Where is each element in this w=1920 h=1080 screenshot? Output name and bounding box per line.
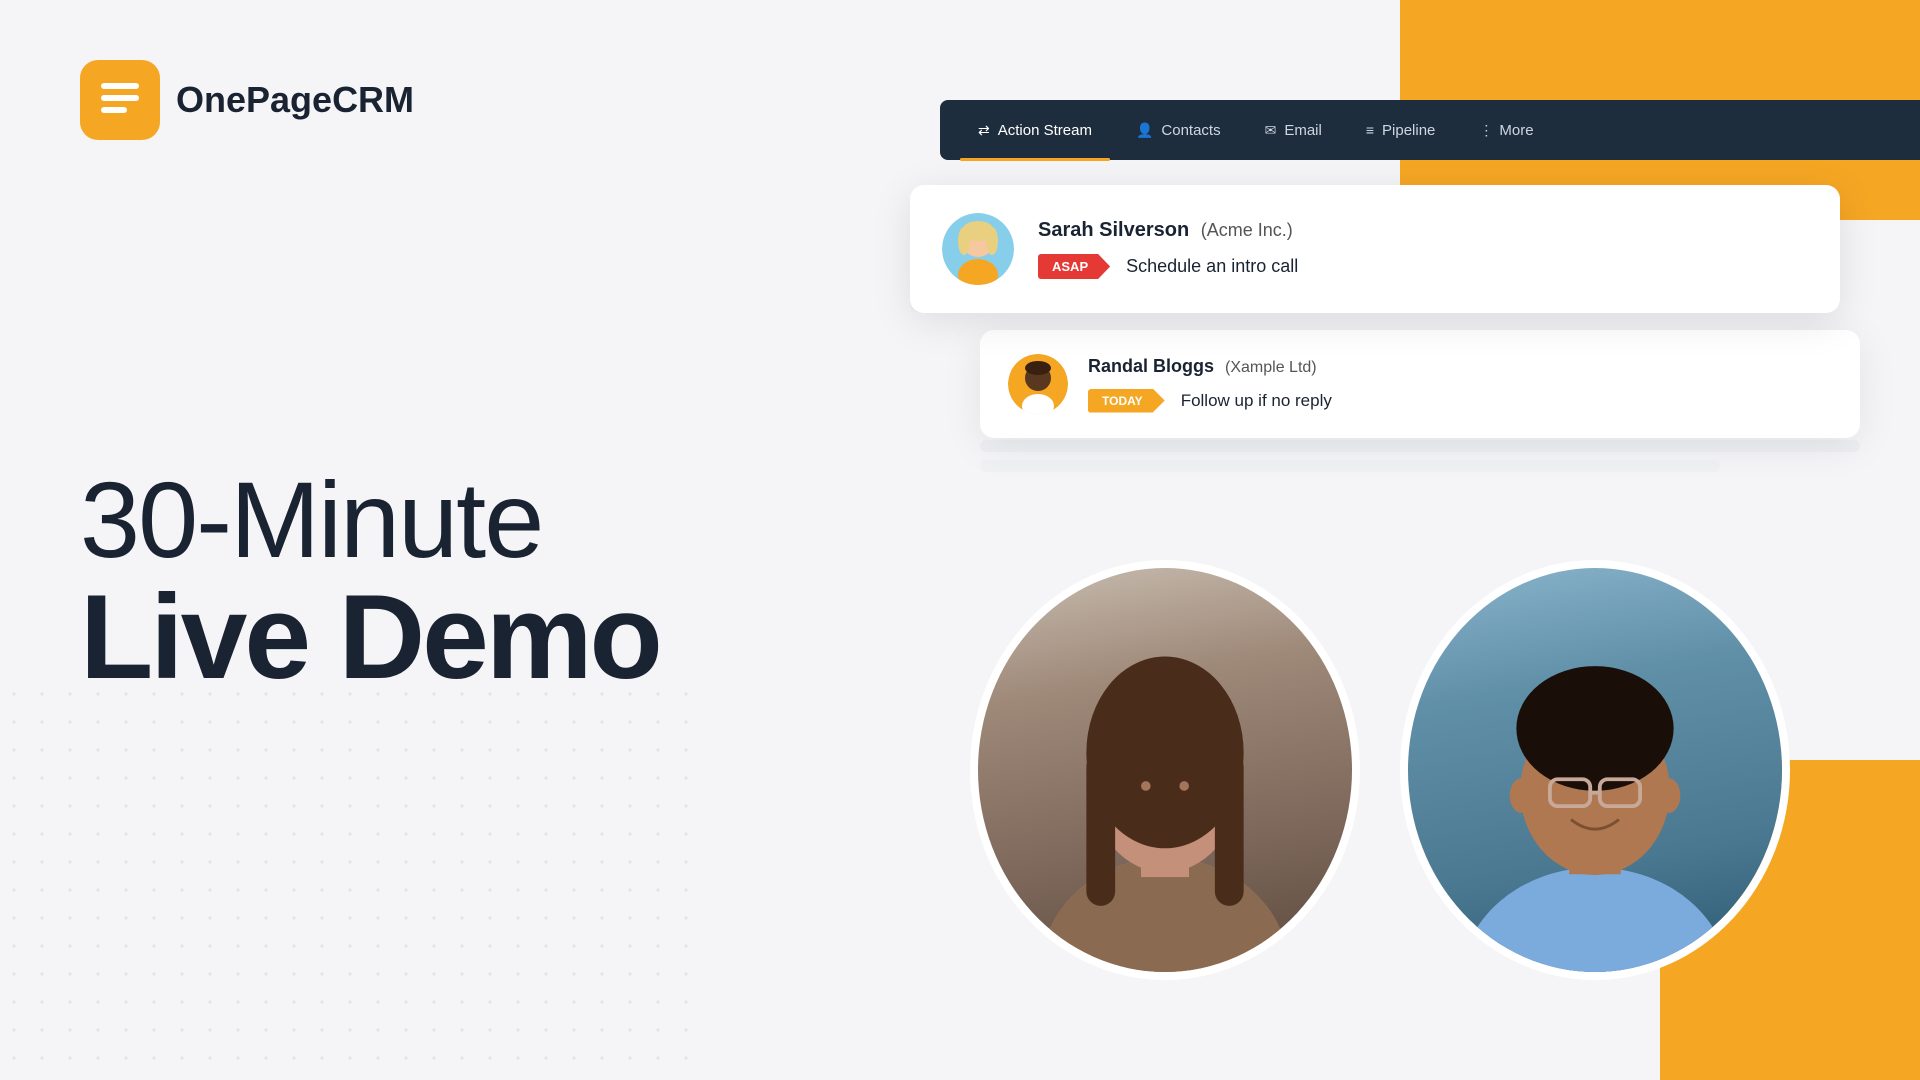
nav-contacts-label: Contacts — [1161, 122, 1220, 139]
logo-icon — [80, 60, 160, 140]
woman-svg — [978, 560, 1352, 972]
headline-area: 30-Minute Live Demo — [80, 463, 780, 696]
nav-more-label: More — [1499, 122, 1533, 139]
logo-part2: CRM — [332, 79, 414, 120]
contact-card-sarah: Sarah Silverson (Acme Inc.) ASAP Schedul… — [910, 185, 1840, 313]
nav-contacts[interactable]: 👤 Contacts — [1118, 114, 1239, 147]
avatar-sarah — [942, 213, 1014, 285]
card-sarah-action: ASAP Schedule an intro call — [1038, 254, 1808, 279]
photo-man-bg — [1408, 568, 1782, 972]
stream-icon: ⇄ — [978, 122, 990, 139]
logo-part1: OnePage — [176, 79, 332, 120]
card-randal-info: Randal Bloggs (Xample Ltd) TODAY Follow … — [1088, 356, 1832, 413]
headline-line2: Live Demo — [80, 577, 780, 697]
left-section: 30-Minute Live Demo — [80, 0, 780, 1080]
skeleton-line-4 — [980, 460, 1720, 472]
card-sarah-task: Schedule an intro call — [1126, 256, 1298, 277]
photo-man — [1400, 560, 1790, 980]
email-icon: ✉ — [1265, 122, 1277, 139]
nav-pipeline-label: Pipeline — [1382, 122, 1435, 139]
card-sarah-info: Sarah Silverson (Acme Inc.) ASAP Schedul… — [1038, 219, 1808, 279]
nav-more[interactable]: ⋮ More — [1461, 114, 1551, 147]
photo-woman — [970, 560, 1360, 980]
team-photos-container — [960, 560, 1800, 1080]
photo-woman-bg — [978, 568, 1352, 972]
badge-asap: ASAP — [1038, 254, 1110, 279]
nav-action-stream-label: Action Stream — [998, 122, 1092, 139]
contact-card-randal: Randal Bloggs (Xample Ltd) TODAY Follow … — [980, 330, 1860, 438]
skeleton-line-3 — [980, 440, 1860, 452]
contacts-icon: 👤 — [1136, 122, 1153, 139]
nav-pipeline[interactable]: ≡ Pipeline — [1348, 114, 1454, 147]
nav-email[interactable]: ✉ Email — [1247, 114, 1340, 147]
more-icon: ⋮ — [1479, 122, 1493, 139]
crm-navbar: ⇄ Action Stream 👤 Contacts ✉ Email ≡ Pip… — [940, 100, 1920, 160]
card-sarah-name: Sarah Silverson (Acme Inc.) — [1038, 219, 1808, 242]
pipeline-icon: ≡ — [1366, 122, 1374, 138]
crm-ui-section: ⇄ Action Stream 👤 Contacts ✉ Email ≡ Pip… — [860, 0, 1920, 1080]
card-randal-name: Randal Bloggs (Xample Ltd) — [1088, 356, 1832, 377]
card-randal-action: TODAY Follow up if no reply — [1088, 389, 1832, 413]
avatar-randal-svg — [1008, 354, 1068, 414]
headline-line1: 30-Minute — [80, 463, 780, 576]
card-randal-task: Follow up if no reply — [1181, 391, 1332, 411]
logo-text: OnePageCRM — [176, 79, 414, 121]
avatar-sarah-svg — [942, 213, 1014, 285]
avatar-randal — [1008, 354, 1068, 414]
nav-action-stream[interactable]: ⇄ Action Stream — [960, 114, 1110, 147]
badge-today: TODAY — [1088, 389, 1165, 413]
nav-email-label: Email — [1284, 122, 1322, 139]
logo-svg — [95, 75, 145, 125]
man-svg — [1408, 560, 1782, 972]
logo-area: OnePageCRM — [80, 60, 414, 140]
